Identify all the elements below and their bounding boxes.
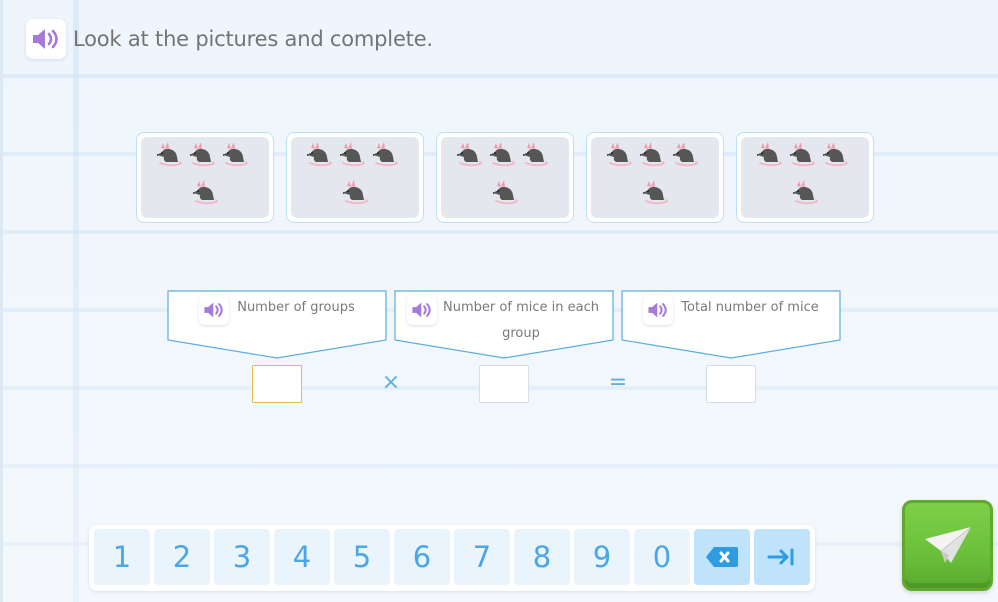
- number-keypad: 1 2 3 4 5 6 7 8 9 0: [89, 525, 815, 591]
- mouse-group-picture: [591, 137, 719, 218]
- mouse-icon: [340, 179, 370, 207]
- mouse-icon: [670, 141, 700, 169]
- answer-input-total[interactable]: [706, 365, 756, 403]
- multiply-sign: ×: [381, 370, 401, 395]
- label-audio-button[interactable]: [407, 295, 437, 325]
- mouse-group-card: [136, 132, 274, 223]
- paper-plane-icon: [924, 526, 971, 563]
- mouse-icon: [754, 141, 784, 169]
- mouse-icon: [454, 141, 484, 169]
- key-9[interactable]: 9: [574, 529, 630, 585]
- instruction-text: Look at the pictures and complete.: [73, 27, 433, 51]
- mouse-group-picture: [441, 137, 569, 218]
- mouse-icon: [790, 179, 820, 207]
- backspace-icon: [706, 547, 738, 567]
- key-4[interactable]: 4: [274, 529, 330, 585]
- mouse-group-picture: [291, 137, 419, 218]
- mouse-groups: [136, 132, 874, 223]
- key-7[interactable]: 7: [454, 529, 510, 585]
- label-audio-button[interactable]: [199, 295, 230, 325]
- mouse-icon: [370, 141, 400, 169]
- instruction-audio-button[interactable]: [26, 19, 66, 59]
- label-audio-button[interactable]: [643, 295, 674, 325]
- mouse-group-card: [436, 132, 574, 223]
- label-mice-per-group: Number of mice in each group: [394, 290, 614, 360]
- label-text: Number of mice in each group: [443, 300, 599, 341]
- mouse-icon: [220, 141, 250, 169]
- exercise-stage: Look at the pictures and complete. Numbe…: [0, 0, 998, 602]
- mouse-group-card: [586, 132, 724, 223]
- key-1[interactable]: 1: [94, 529, 150, 585]
- mouse-group-card: [286, 132, 424, 223]
- mouse-group-picture: [141, 137, 269, 218]
- instruction-header: Look at the pictures and complete.: [26, 19, 433, 59]
- backspace-button[interactable]: [694, 529, 750, 585]
- tab-next-icon: [767, 548, 794, 566]
- key-0[interactable]: 0: [634, 529, 690, 585]
- key-2[interactable]: 2: [154, 529, 210, 585]
- answer-input-groups[interactable]: [252, 365, 302, 403]
- label-number-of-groups: Number of groups: [167, 290, 387, 360]
- mouse-icon: [304, 141, 334, 169]
- mouse-icon: [487, 141, 517, 169]
- speaker-icon: [412, 302, 431, 318]
- mouse-group-card: [736, 132, 874, 223]
- mouse-icon: [154, 141, 184, 169]
- mouse-group-picture: [741, 137, 869, 218]
- label-text: Total number of mice: [681, 300, 819, 315]
- speaker-icon: [648, 302, 667, 318]
- key-8[interactable]: 8: [514, 529, 570, 585]
- mouse-icon: [190, 179, 220, 207]
- mouse-icon: [604, 141, 634, 169]
- speaker-icon: [204, 302, 223, 318]
- next-field-button[interactable]: [754, 529, 810, 585]
- key-5[interactable]: 5: [334, 529, 390, 585]
- answer-input-mice-per-group[interactable]: [479, 365, 529, 403]
- equals-sign: =: [608, 370, 628, 395]
- label-text: Number of groups: [237, 300, 355, 315]
- mouse-icon: [337, 141, 367, 169]
- mouse-icon: [820, 141, 850, 169]
- key-6[interactable]: 6: [394, 529, 450, 585]
- speaker-icon: [33, 29, 58, 49]
- mouse-icon: [787, 141, 817, 169]
- mouse-icon: [490, 179, 520, 207]
- mouse-icon: [520, 141, 550, 169]
- mouse-icon: [640, 179, 670, 207]
- submit-button[interactable]: [902, 500, 993, 591]
- mouse-icon: [637, 141, 667, 169]
- key-3[interactable]: 3: [214, 529, 270, 585]
- label-total-mice: Total number of mice: [621, 290, 841, 360]
- mouse-icon: [187, 141, 217, 169]
